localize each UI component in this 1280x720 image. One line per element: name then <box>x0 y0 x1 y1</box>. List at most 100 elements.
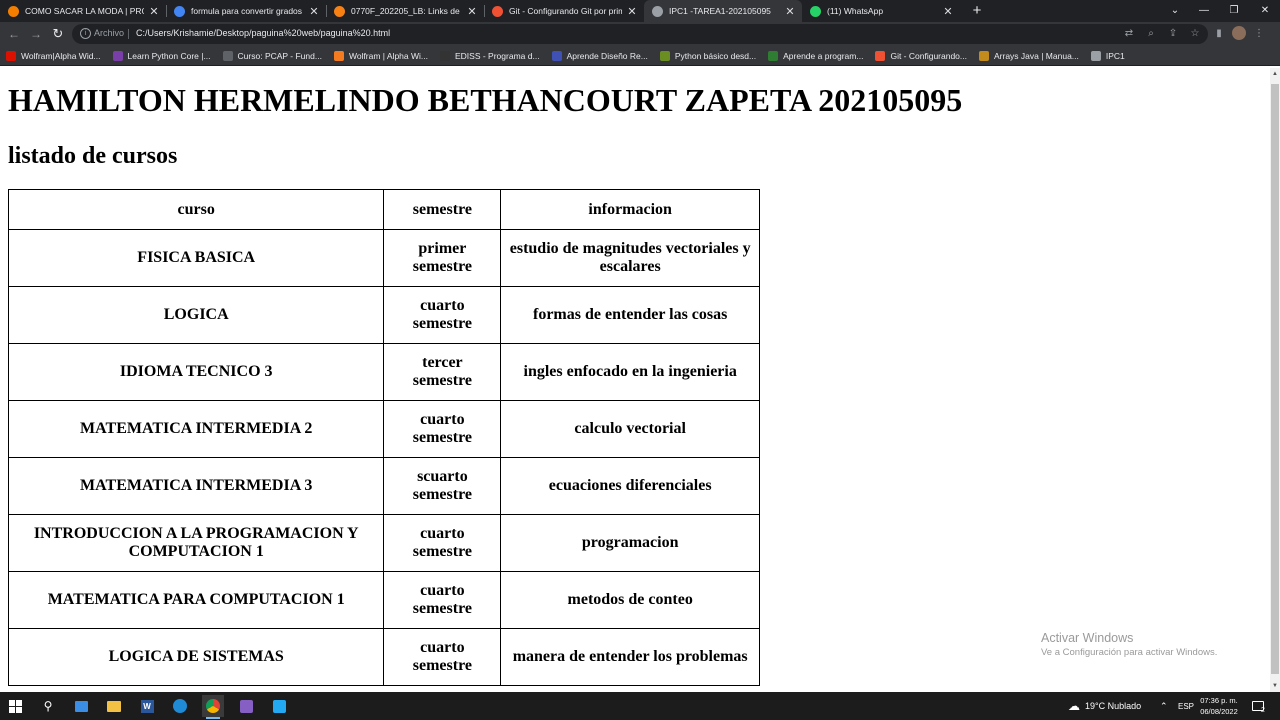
notification-center-icon[interactable]: 2 <box>1252 692 1265 720</box>
table-row: MATEMATICA INTERMEDIA 2 cuarto semestre ca… <box>7 400 760 458</box>
tab-close-icon[interactable]: ✕ <box>308 5 320 18</box>
new-tab-button[interactable]: + <box>968 1 986 21</box>
address-url[interactable]: C:/Users/Krishamie/Desktop/paguina%20web… <box>136 28 390 38</box>
bookmark-item[interactable]: Arrays Java | Manua... <box>979 50 1079 61</box>
zoom-icon[interactable]: ⌕ <box>1144 26 1158 42</box>
browser-tab[interactable]: (11) WhatsApp ✕ <box>802 0 960 22</box>
table-row: MATEMATICA INTERMEDIA 3 scuarto semestre e… <box>7 457 760 515</box>
edge-icon[interactable] <box>169 695 191 717</box>
course-name-cell: LOGICA <box>7 286 385 344</box>
git-icon <box>492 5 503 17</box>
scroll-thumb[interactable] <box>1271 84 1279 674</box>
bookmark-label: Aprende a program... <box>783 50 864 61</box>
courses-table: curso semestre informacion FISICA BASICA… <box>7 189 760 686</box>
bookmark-item[interactable]: Git - Configurando... <box>875 50 967 61</box>
page-subtitle: listado de cursos <box>8 143 178 169</box>
language-indicator[interactable]: ESP <box>1178 692 1194 720</box>
semester-cell: cuarto semestre <box>383 400 502 458</box>
address-bar[interactable]: i Archivo C:/Users/Krishamie/Desktop/pag… <box>72 24 1208 44</box>
back-button[interactable]: ← <box>5 25 23 43</box>
blogger-icon <box>8 5 19 17</box>
folder-icon <box>979 50 989 61</box>
bookmark-item[interactable]: Wolfram | Alpha Wi... <box>333 50 428 61</box>
course-name-cell: INTRODUCCION A LA PROGRAMACION Y COMPUTA… <box>7 514 385 572</box>
info-cell: calculo vectorial <box>500 400 760 458</box>
page-viewport: HAMILTON HERMELINDO BETHANCOURT ZAPETA 2… <box>0 68 1270 692</box>
semester-cell: cuarto semestre <box>383 628 502 686</box>
bookmark-label: EDISS - Programa d... <box>455 50 540 61</box>
bookmark-item[interactable]: Aprende a program... <box>768 50 864 61</box>
browser-tab[interactable]: formula para convertir grados a ✕ <box>166 0 326 22</box>
google-icon <box>174 5 185 17</box>
info-icon[interactable]: i <box>80 28 91 39</box>
browser-tab[interactable]: 0770F_202205_LB: Links de ayud ✕ <box>326 0 484 22</box>
semester-cell: cuarto semestre <box>383 286 502 344</box>
bookmark-item[interactable]: Wolfram|Alpha Wid... <box>6 50 101 61</box>
browser-tab[interactable]: Git - Configurando Git por prime ✕ <box>484 0 644 22</box>
windows-logo-icon <box>8 699 22 713</box>
info-cell: ecuaciones diferenciales <box>500 457 760 515</box>
side-panel-icon[interactable]: ▮ <box>1212 26 1226 42</box>
bookmark-item[interactable]: IPC1 <box>1090 50 1125 61</box>
store-icon[interactable] <box>70 695 92 717</box>
tab-close-icon[interactable]: ✕ <box>626 5 638 18</box>
semester-cell: cuarto semestre <box>383 571 502 629</box>
clock-time: 07:36 p. m. <box>1200 696 1238 705</box>
tab-strip: + ⌄ — ❐ ✕ COMO SACAR LA MODA | PROG ✕ form… <box>0 0 1280 22</box>
bookmark-label: Curso: PCAP - Fund... <box>237 50 322 61</box>
netacad-icon <box>222 50 233 61</box>
tab-title: IPC1 -TAREA1-202105095 <box>669 6 771 16</box>
weather-widget[interactable]: ☁ 19°C Nublado <box>1068 692 1141 720</box>
start-button[interactable] <box>4 695 26 717</box>
page-icon <box>652 5 663 17</box>
bookmark-label: Wolfram|Alpha Wid... <box>21 50 101 61</box>
word-icon[interactable]: W <box>136 695 158 717</box>
bookmark-star-icon[interactable]: ☆ <box>1188 26 1202 42</box>
bookmark-item[interactable]: EDISS - Programa d... <box>440 50 540 61</box>
reload-button[interactable]: ↻ <box>49 25 67 43</box>
tab-close-icon[interactable]: ✕ <box>942 5 954 18</box>
forward-button[interactable]: → <box>27 25 45 43</box>
tray-chevron-icon[interactable]: ⌃ <box>1160 692 1168 720</box>
tab-close-icon[interactable]: ✕ <box>466 5 478 18</box>
tab-title: (11) WhatsApp <box>827 6 884 16</box>
profile-avatar[interactable] <box>1232 26 1246 40</box>
table-row: LOGICA cuarto semestre formas de entender … <box>7 286 760 344</box>
close-window-button[interactable]: ✕ <box>1250 0 1280 22</box>
tab-search-icon[interactable]: ⌄ <box>1160 0 1190 22</box>
git-icon <box>875 50 886 61</box>
bookmark-item[interactable]: Curso: PCAP - Fund... <box>222 50 322 61</box>
menu-icon[interactable]: ⋮ <box>1252 26 1266 42</box>
restore-button[interactable]: ❐ <box>1219 0 1249 22</box>
bookmarks-bar: Wolfram|Alpha Wid... Learn Python Core |.… <box>0 46 1280 66</box>
bookmark-item[interactable]: Python básico desd... <box>659 50 757 61</box>
tab-close-icon[interactable]: ✕ <box>148 5 160 18</box>
bookmark-item[interactable]: Learn Python Core |... <box>112 50 211 61</box>
vertical-scrollbar[interactable]: ▲ ▼ <box>1270 68 1280 692</box>
semester-cell: primer semestre <box>383 229 502 287</box>
share-icon[interactable]: ⇪ <box>1166 26 1180 42</box>
sololearn-icon <box>112 50 123 61</box>
bookmark-label: Python básico desd... <box>674 50 757 61</box>
search-icon[interactable]: ⚲ <box>37 695 59 717</box>
minimize-button[interactable]: — <box>1189 0 1219 22</box>
scroll-down-arrow-icon[interactable]: ▼ <box>1270 680 1280 692</box>
browser-tab[interactable]: IPC1 -TAREA1-202105095 ✕ <box>644 0 802 22</box>
visual-studio-icon[interactable] <box>235 695 257 717</box>
info-cell: estudio de magnitudes vectoriales y esca… <box>500 229 760 287</box>
file-explorer-icon[interactable] <box>103 695 125 717</box>
translate-icon[interactable]: ⇄ <box>1122 26 1136 42</box>
tab-title: formula para convertir grados a <box>191 6 304 16</box>
taskbar-clock[interactable]: 07:36 p. m. 06/08/2022 <box>1196 695 1242 717</box>
bookmark-label: Wolfram | Alpha Wi... <box>348 50 428 61</box>
wolfram-icon <box>333 50 344 61</box>
scroll-up-arrow-icon[interactable]: ▲ <box>1270 68 1280 80</box>
browser-tab[interactable]: COMO SACAR LA MODA | PROG ✕ <box>0 0 166 22</box>
watermark-title: Activar Windows <box>1041 631 1134 645</box>
address-actions: ⇄ ⌕ ⇪ ☆ <box>1122 26 1202 42</box>
chrome-icon[interactable] <box>202 695 224 719</box>
vscode-icon[interactable] <box>268 695 290 717</box>
page-title: HAMILTON HERMELINDO BETHANCOURT ZAPETA 2… <box>8 82 963 118</box>
tab-close-icon[interactable]: ✕ <box>784 5 796 18</box>
bookmark-item[interactable]: Aprende Diseño Re... <box>551 50 648 61</box>
